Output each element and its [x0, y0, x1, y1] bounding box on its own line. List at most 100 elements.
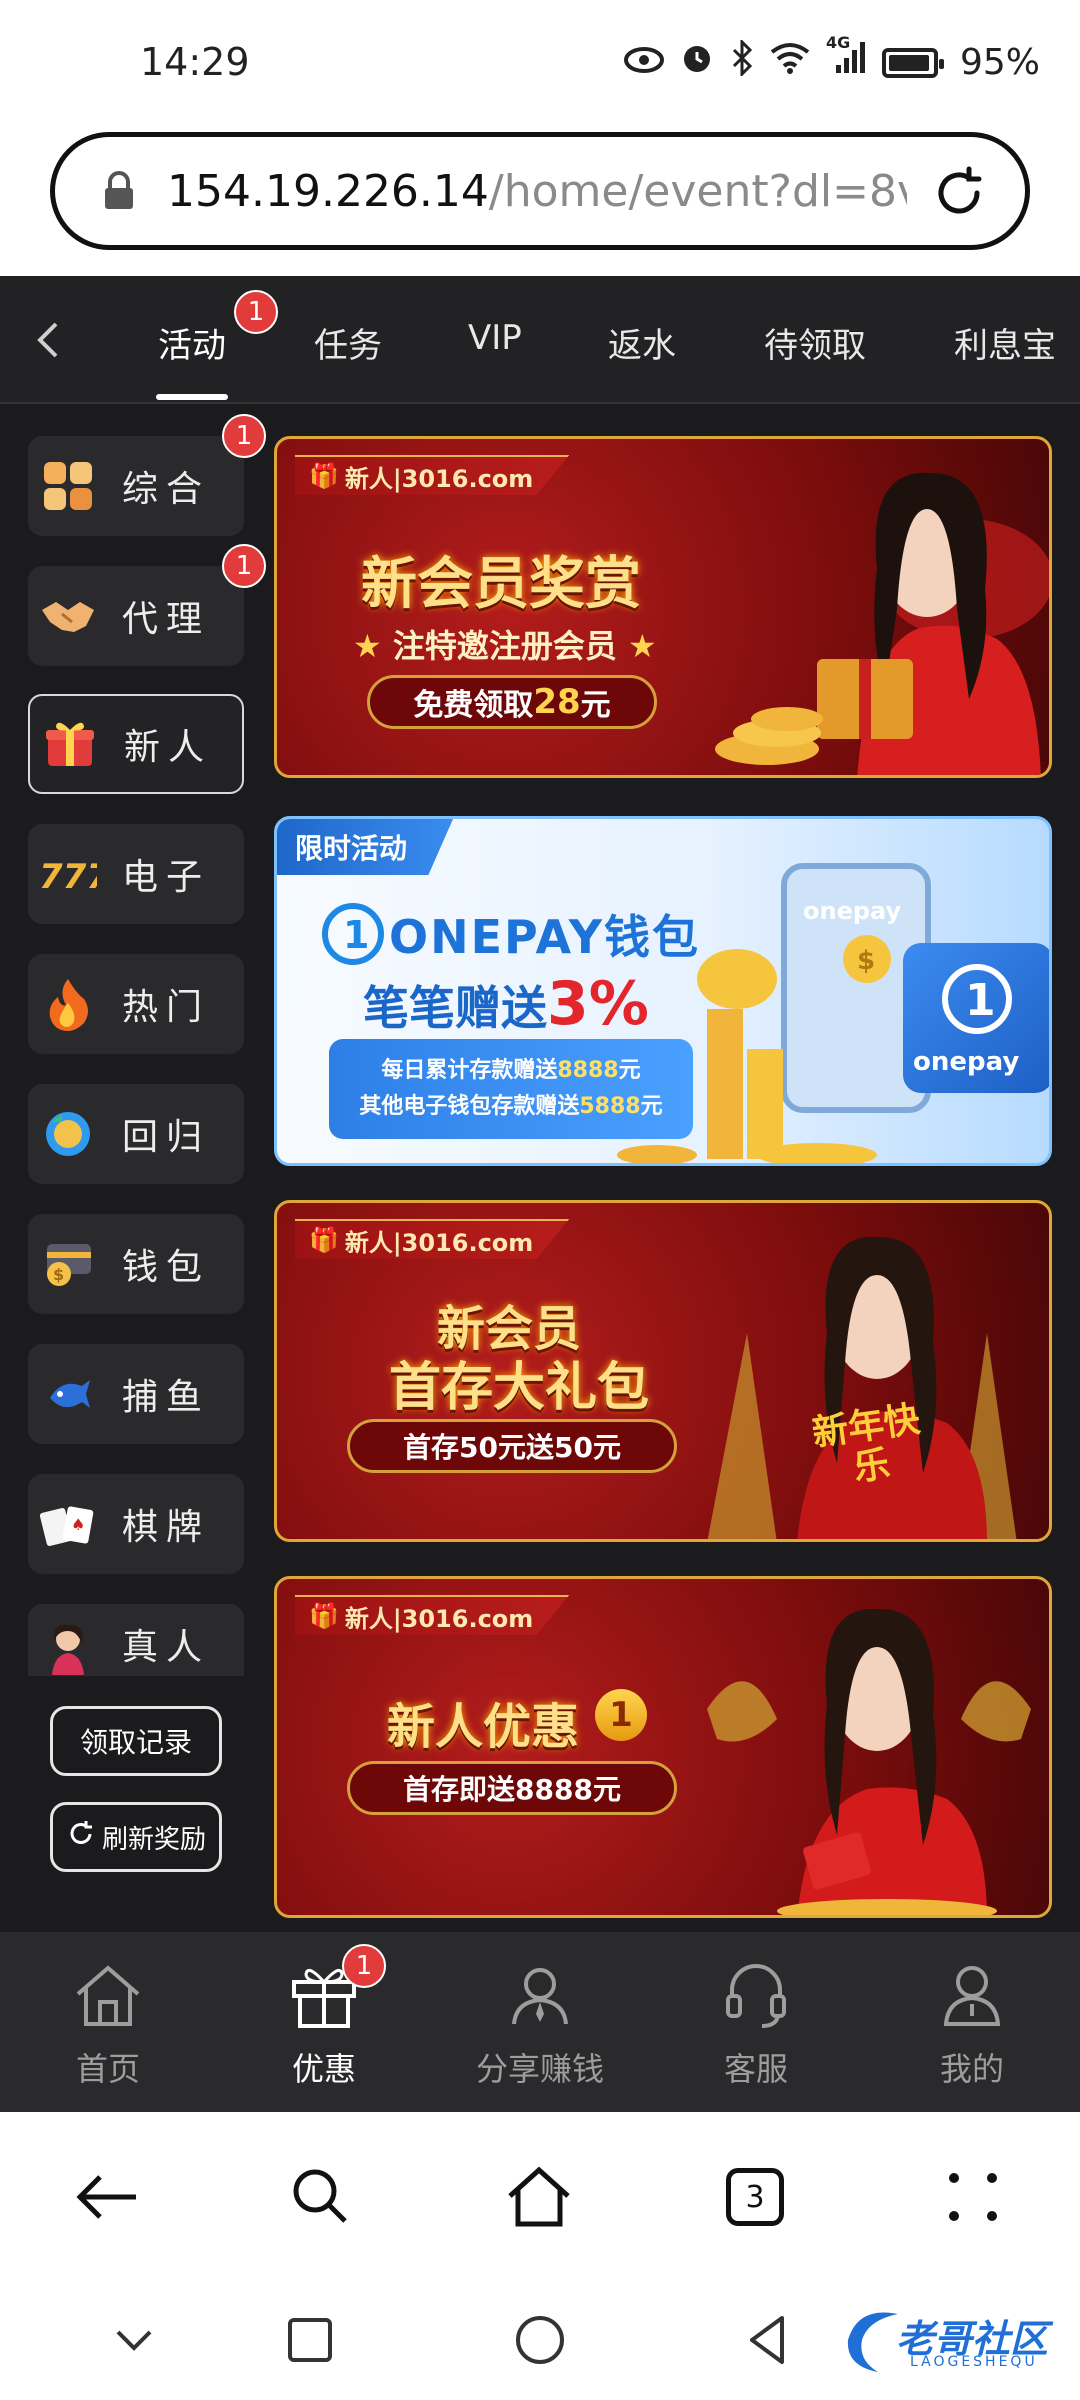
address-bar[interactable]: 154.19.226.14/home/event?dl=8vg [50, 132, 1030, 250]
back-system-button[interactable] [738, 2310, 798, 2370]
collapse-button[interactable] [104, 2310, 164, 2370]
line1-prefix: 每日累计存款赠送 [381, 1058, 558, 1083]
web-app: 活动 1 任务 VIP 返水 待领取 利息宝 综合 1 代理 1 新人 77 电… [0, 276, 1080, 2112]
battery-fill [888, 54, 929, 71]
tab-rebate[interactable]: 返水 [608, 318, 676, 367]
number-one-badge: 1 [595, 1689, 647, 1741]
sidebar-item-slots[interactable]: 777 电子 [28, 824, 244, 924]
refresh-reward-label: 刷新奖励 [101, 1824, 206, 1855]
status-time: 14:29 [140, 40, 250, 84]
sidebar-item-newcomer[interactable]: 新人 [28, 694, 244, 794]
gift-mini-icon: 🎁 [309, 1602, 339, 1630]
tab-vip[interactable]: VIP [468, 318, 522, 358]
sidebar-item-label: 真人 [122, 1627, 211, 1668]
tab-tasks[interactable]: 任务 [314, 318, 382, 367]
back-button[interactable] [72, 2162, 142, 2232]
more-dots-icon [949, 2173, 997, 2221]
onepay-logo-icon: 1 [322, 903, 384, 965]
model-illustration [715, 472, 1049, 775]
category-tabs: 活动 1 任务 VIP 返水 待领取 利息宝 [0, 276, 1080, 404]
profile-icon [943, 1966, 1001, 2026]
tab-interest[interactable]: 利息宝 [954, 318, 1056, 367]
brand-tag: 🎁 新人|3016.com [295, 455, 570, 495]
fan-text: 新年快乐 [809, 1398, 923, 1490]
arrow-left-icon [76, 2175, 136, 2219]
banner-pill: 首存即送8888元 [347, 1761, 677, 1815]
search-button[interactable] [286, 2162, 356, 2232]
nav-home[interactable]: 首页 [0, 1958, 216, 2090]
wallet-illustration: 1 onepay [903, 943, 1049, 1093]
menu-button[interactable] [938, 2162, 1008, 2232]
sidebar-item-label: 综合 [122, 469, 211, 510]
gold-coins-illustration: $ [617, 935, 891, 1163]
sidebar-badge-comprehensive: 1 [222, 414, 266, 458]
square-icon [288, 2318, 332, 2362]
sidebar-item-cards[interactable]: ♠ 棋牌 [28, 1474, 244, 1574]
nav-profile[interactable]: 我的 [864, 1958, 1080, 2090]
sidebar-item-hot[interactable]: 热门 [28, 954, 244, 1054]
gift-mini-icon: 🎁 [309, 462, 339, 490]
app-bottom-nav: 首页 优惠 1 分享赚钱 客服 我的 [0, 1932, 1080, 2112]
handshake-icon [38, 586, 98, 646]
sidebar-item-agent[interactable]: 代理 [28, 566, 244, 666]
recents-button[interactable] [280, 2310, 340, 2370]
nav-label: 分享赚钱 [475, 2050, 604, 2088]
claim-record-label: 领取记录 [79, 1726, 192, 1759]
share-earn-icon [512, 1968, 568, 2025]
banner-newcomer-offer[interactable]: 🎁 新人|3016.com 新人优惠 1 首存即送8888元 [274, 1576, 1052, 1918]
star-icon: ★ [353, 627, 393, 665]
banner-pill: 免费领取 28 元 [367, 675, 657, 729]
url-text[interactable]: 154.19.226.14/home/event?dl=8vg [167, 166, 907, 217]
tab-pending[interactable]: 待领取 [764, 318, 866, 367]
status-bar: 14:29 4G 95% [0, 0, 1080, 130]
reload-icon[interactable] [929, 163, 989, 223]
banner-subtitle-text: 注特邀注册会员 [392, 627, 617, 665]
cards-icon: ♠ [38, 1494, 98, 1554]
tabs-button[interactable]: 3 [720, 2162, 790, 2232]
signal-icon: 4G [826, 33, 866, 84]
sidebar-item-label: 热门 [122, 987, 211, 1028]
nav-customer-service[interactable]: 客服 [648, 1958, 864, 2090]
tab-activity[interactable]: 活动 [158, 318, 226, 367]
sidebar-item-wallet[interactable]: $ 钱包 [28, 1214, 244, 1314]
wallet-brand-text: onepay [913, 1047, 1020, 1077]
sidebar-item-label: 棋牌 [122, 1507, 211, 1548]
nav-label: 我的 [939, 2050, 1004, 2088]
svg-text:777: 777 [39, 857, 97, 894]
home-button[interactable] [504, 2162, 574, 2232]
home-system-button[interactable] [510, 2310, 570, 2370]
sidebar-item-fishing[interactable]: 捕鱼 [28, 1344, 244, 1444]
banner-onepay-wallet[interactable]: 限时活动 1 ONEPAY钱包 笔笔赠送3% 每日累计存款赠送8888元 其他电… [274, 816, 1052, 1166]
refresh-reward-button[interactable]: 刷新奖励 [50, 1802, 222, 1872]
banner-first-deposit-gift[interactable]: 🎁 新人|3016.com 新会员 首存大礼包 首存50元送50元 新年快乐 [274, 1200, 1052, 1542]
fish-icon [38, 1364, 98, 1424]
grid-icon [38, 456, 98, 516]
back-arrow-icon[interactable] [26, 316, 74, 364]
return-icon [38, 1104, 98, 1164]
sidebar-item-comprehensive[interactable]: 综合 [28, 436, 244, 536]
onepay-subtitle-prefix: 笔笔赠送 [363, 981, 547, 1035]
pill-prefix: 免费领取 [413, 688, 534, 723]
line2-prefix: 其他电子钱包存款赠送 [359, 1094, 580, 1119]
wifi-icon [770, 42, 810, 83]
claim-record-button[interactable]: 领取记录 [50, 1706, 222, 1776]
nav-share-earn[interactable]: 分享赚钱 [432, 1958, 648, 2090]
sidebar-item-return[interactable]: 回归 [28, 1084, 244, 1184]
sidebar-item-live[interactable]: 真人 [28, 1604, 244, 1676]
nav-label: 首页 [75, 2050, 140, 2088]
svg-text:♠: ♠ [71, 1515, 85, 1534]
active-tab-indicator [156, 394, 228, 400]
brand-tag: 🎁 新人|3016.com [295, 1595, 570, 1635]
nav-promotions[interactable]: 优惠 [216, 1958, 432, 2090]
lock-icon[interactable] [91, 163, 147, 219]
pill-amount: 28 [533, 682, 581, 722]
banner-title-line2: 首存大礼包 [389, 1358, 650, 1418]
brand-text: 新人|3016.com [344, 1604, 534, 1633]
svg-text:$: $ [857, 946, 875, 976]
network-type: 4G [825, 33, 851, 52]
battery-text: 95% [959, 42, 1040, 83]
headset-icon [726, 1964, 786, 2028]
banner-new-member-reward[interactable]: 🎁 新人|3016.com 新会员奖赏 ★ 注特邀注册会员 ★ 免费领取 28 元 [274, 436, 1052, 778]
sidebar-item-label: 电子 [122, 857, 211, 898]
banner-subtitle: ★ 注特邀注册会员 ★ [353, 621, 657, 667]
